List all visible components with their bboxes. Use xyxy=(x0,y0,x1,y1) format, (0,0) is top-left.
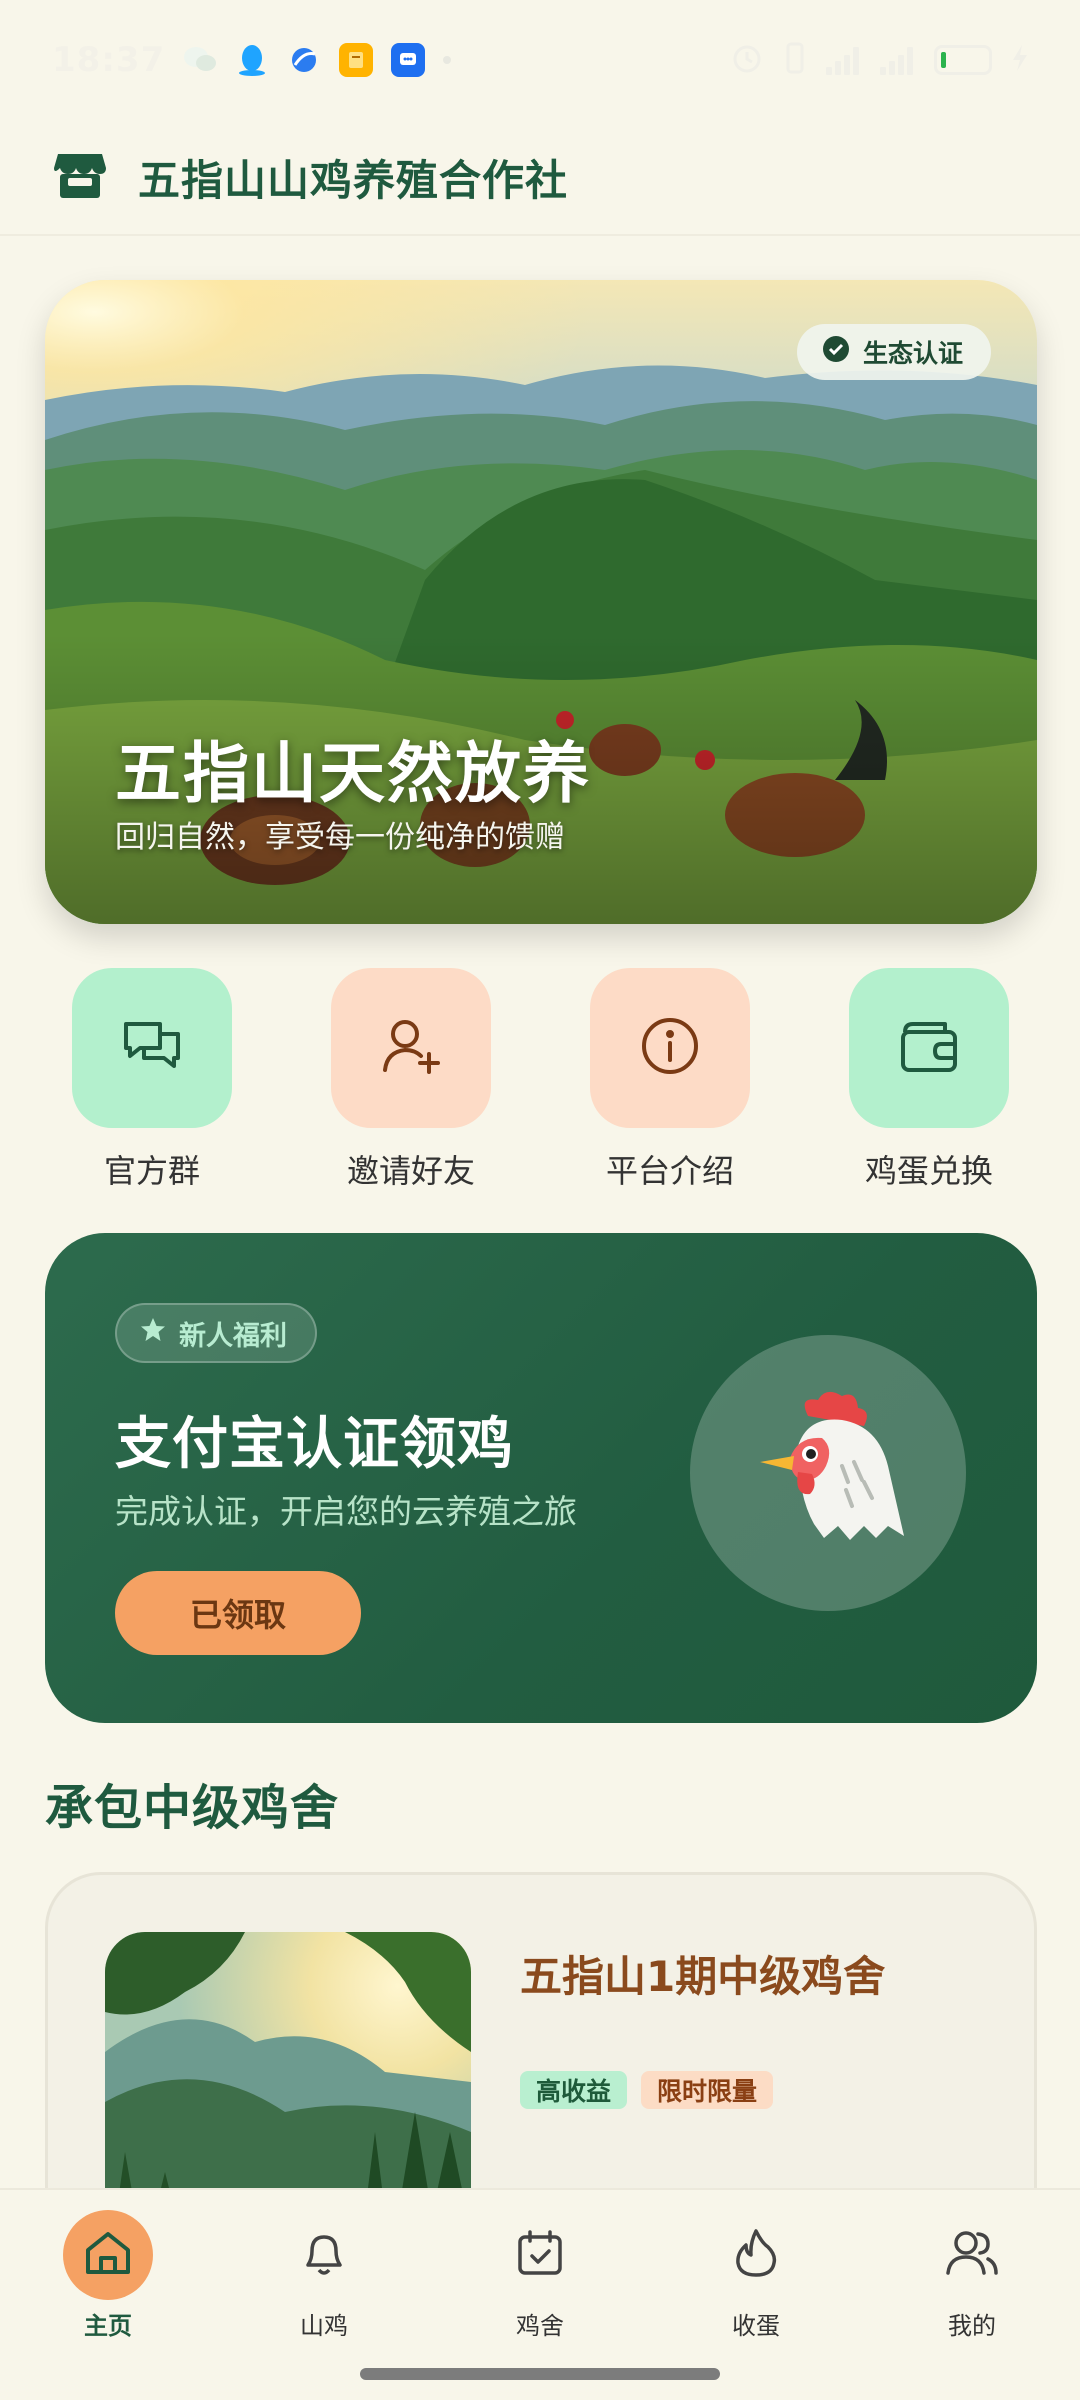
promo-tag: 新人福利 xyxy=(115,1303,317,1363)
nav-label: 主页 xyxy=(84,2312,132,2340)
vibrate-icon xyxy=(782,41,808,79)
quick-action-official-group[interactable]: 官方群 xyxy=(52,968,252,1192)
flame-icon xyxy=(732,2227,780,2283)
nav-label: 山鸡 xyxy=(300,2312,348,2340)
app-title: 五指山山鸡养殖合作社 xyxy=(138,155,569,205)
hero-subtitle: 回归自然，享受每一份纯净的馈赠 xyxy=(115,820,565,855)
check-circle-icon xyxy=(821,334,851,370)
alarm-icon xyxy=(730,41,764,79)
badge-label: 生态认证 xyxy=(862,339,963,368)
nav-item-home[interactable]: 主页 xyxy=(0,2190,216,2356)
quick-action-tile[interactable] xyxy=(849,968,1009,1128)
hero-title: 五指山天然放养 xyxy=(115,735,591,812)
hero-banner[interactable]: 生态认证 五指山天然放养 回归自然，享受每一份纯净的馈赠 xyxy=(45,280,1037,924)
quick-action-egg-exchange[interactable]: 鸡蛋兑换 xyxy=(829,968,1029,1192)
wechat-icon xyxy=(183,43,217,77)
nav-item-collect-eggs[interactable]: 收蛋 xyxy=(648,2190,864,2356)
nav-label: 收蛋 xyxy=(732,2312,780,2340)
app-header: 五指山山鸡养殖合作社 xyxy=(0,120,1080,236)
calendar-check-icon xyxy=(514,2227,566,2283)
home-icon xyxy=(82,2228,134,2282)
tag-limited: 限时限量 xyxy=(641,2071,774,2109)
users-icon xyxy=(944,2227,1000,2283)
status-bar: 18:37 xyxy=(0,0,1080,120)
nav-label: 鸡舍 xyxy=(516,2312,564,2340)
promo-tag-label: 新人福利 xyxy=(179,1320,287,1352)
status-right xyxy=(730,41,1030,79)
rooster-avatar xyxy=(690,1335,966,1611)
add-user-icon xyxy=(379,1014,443,1082)
nav-icon-container xyxy=(927,2210,1017,2300)
promo-title: 支付宝认证领鸡 xyxy=(115,1412,514,1477)
signal-icon xyxy=(880,45,916,75)
quick-action-tile[interactable] xyxy=(331,968,491,1128)
eco-certified-badge: 生态认证 xyxy=(796,324,991,380)
claimed-button[interactable]: 已领取 xyxy=(115,1571,361,1655)
section-title: 承包中级鸡舍 xyxy=(45,1780,340,1836)
dot-icon xyxy=(443,56,452,64)
battery-icon xyxy=(934,45,992,75)
quick-action-label: 官方群 xyxy=(103,1152,200,1190)
coop-name: 五指山1期中级鸡舍 xyxy=(520,1952,886,2001)
quick-actions: 官方群 邀请好友 平台介绍 鸡蛋兑换 xyxy=(0,968,1080,1198)
promo-subtitle: 完成认证，开启您的云养殖之旅 xyxy=(115,1492,577,1531)
nav-icon-container xyxy=(279,2210,369,2300)
quick-action-label: 平台介绍 xyxy=(605,1152,734,1190)
message-icon xyxy=(391,43,426,77)
nav-item-pheasant[interactable]: 山鸡 xyxy=(216,2190,432,2356)
quick-action-label: 鸡蛋兑换 xyxy=(864,1152,993,1190)
status-time: 18:37 xyxy=(52,40,166,80)
nav-icon-container xyxy=(495,2210,585,2300)
star-icon xyxy=(139,1316,167,1351)
qq-icon xyxy=(235,43,269,77)
quick-action-invite-friends[interactable]: 邀请好友 xyxy=(311,968,511,1192)
chat-bubbles-icon xyxy=(120,1018,184,1078)
nav-label: 我的 xyxy=(948,2312,996,2340)
signal-icon xyxy=(826,45,862,75)
promo-card: 新人福利 支付宝认证领鸡 完成认证，开启您的云养殖之旅 已领取 xyxy=(45,1233,1037,1723)
quick-action-tile[interactable] xyxy=(590,968,750,1128)
nav-icon-container xyxy=(63,2210,153,2300)
browser-icon xyxy=(287,43,321,77)
charging-icon xyxy=(1010,43,1030,77)
status-left: 18:37 xyxy=(52,40,452,80)
nav-item-coop[interactable]: 鸡舍 xyxy=(432,2190,648,2356)
nav-item-profile[interactable]: 我的 xyxy=(864,2190,1080,2356)
bottom-nav: 主页 山鸡 鸡舍 收蛋 我的 xyxy=(0,2188,1080,2354)
home-indicator[interactable] xyxy=(360,2368,720,2380)
nav-icon-container xyxy=(711,2210,801,2300)
info-icon xyxy=(639,1015,701,1081)
tag-high-yield: 高收益 xyxy=(520,2071,628,2109)
coop-tags: 高收益 限时限量 xyxy=(520,2071,774,2109)
wallet-icon xyxy=(897,1016,961,1080)
quick-action-platform-intro[interactable]: 平台介绍 xyxy=(570,968,770,1192)
bell-icon xyxy=(298,2227,350,2283)
store-icon xyxy=(52,148,108,206)
quick-action-label: 邀请好友 xyxy=(346,1152,475,1190)
notes-icon xyxy=(339,43,374,77)
quick-action-tile[interactable] xyxy=(72,968,232,1128)
rooster-icon xyxy=(738,1386,918,1560)
